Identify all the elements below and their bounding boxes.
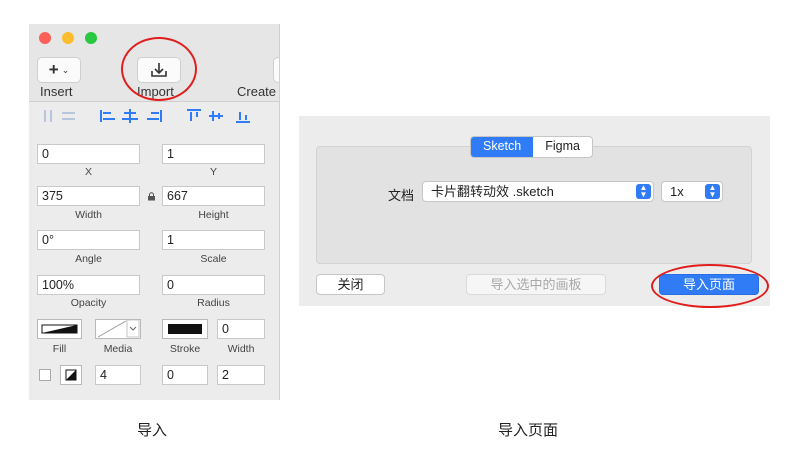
fill-swatch[interactable] bbox=[37, 319, 82, 339]
caption-import: 导入 bbox=[137, 422, 168, 439]
stroke-color-icon bbox=[168, 324, 202, 334]
no-media-icon bbox=[97, 319, 140, 338]
stroke-label: Stroke bbox=[169, 343, 201, 355]
width-field[interactable]: 375 bbox=[37, 186, 140, 206]
insert-button[interactable]: + ⌄ bbox=[37, 57, 81, 83]
height-label: Height bbox=[198, 209, 229, 221]
stroke-width-field[interactable]: 0 bbox=[217, 319, 265, 339]
shadow-checkbox[interactable] bbox=[39, 369, 51, 381]
import-options-box bbox=[316, 146, 752, 264]
align-right-icon bbox=[147, 110, 162, 122]
x-field[interactable]: 0 bbox=[37, 144, 140, 164]
scale-select[interactable]: 1x ▲ ▼ bbox=[661, 181, 723, 202]
height-field[interactable]: 667 bbox=[162, 186, 265, 206]
close-window-button[interactable] bbox=[39, 32, 51, 44]
opacity-label: Opacity bbox=[70, 297, 107, 309]
angle-label: Angle bbox=[75, 253, 102, 265]
y-label: Y bbox=[209, 166, 217, 178]
select-arrows-icon: ▲ ▼ bbox=[705, 184, 720, 199]
fill-label: Fill bbox=[52, 343, 67, 355]
file-select[interactable]: 卡片翻转动效 .sketch ▲ ▼ bbox=[422, 181, 654, 202]
plus-icon: + bbox=[48, 60, 59, 79]
distribute-horizontal-icon bbox=[44, 110, 52, 122]
file-select-value: 卡片翻转动效 .sketch bbox=[431, 184, 554, 199]
stroke-swatch[interactable] bbox=[162, 319, 208, 339]
chevron-down-icon: ⌄ bbox=[61, 64, 70, 75]
scale-select-value: 1x bbox=[670, 184, 684, 199]
align-left-icon bbox=[100, 110, 115, 122]
tab-figma[interactable]: Figma bbox=[533, 137, 592, 157]
stroke-width-label: Width bbox=[227, 343, 255, 355]
zoom-window-button[interactable] bbox=[85, 32, 97, 44]
distribute-vertical-icon bbox=[62, 112, 75, 120]
align-center-icon bbox=[122, 109, 138, 123]
y-field[interactable]: 1 bbox=[162, 144, 265, 164]
media-label: Media bbox=[103, 343, 133, 355]
create-label: Create bbox=[237, 84, 277, 99]
import-page-highlight-ring bbox=[651, 264, 769, 308]
width-label: Width bbox=[75, 209, 102, 221]
source-tabs: Sketch Figma bbox=[470, 136, 593, 158]
tab-sketch[interactable]: Sketch bbox=[471, 137, 534, 157]
opacity-field[interactable]: 100% bbox=[37, 275, 140, 295]
import-highlight-ring bbox=[121, 37, 197, 101]
alignment-toolbar bbox=[44, 109, 250, 123]
align-top-icon bbox=[187, 109, 201, 121]
x-label: X bbox=[84, 166, 92, 178]
insert-label: Insert bbox=[40, 84, 73, 99]
import-selected-artboards-button[interactable]: 导入选中的画板 bbox=[466, 274, 606, 295]
close-button[interactable]: 关闭 bbox=[316, 274, 385, 295]
shadow-color-swatch[interactable] bbox=[60, 365, 82, 385]
angle-field[interactable]: 0° bbox=[37, 230, 140, 250]
scale-field[interactable]: 1 bbox=[162, 230, 265, 250]
gradient-fill-icon bbox=[41, 324, 78, 334]
align-bottom-icon bbox=[236, 112, 250, 123]
scale-label: Scale bbox=[200, 253, 227, 265]
caption-import-page: 导入页面 bbox=[498, 422, 559, 439]
shadow-blur-field[interactable]: 4 bbox=[95, 365, 141, 385]
radius-label: Radius bbox=[197, 297, 230, 309]
shadow-color-icon bbox=[65, 369, 77, 381]
lock-icon[interactable] bbox=[147, 192, 156, 201]
create-button[interactable] bbox=[273, 57, 279, 83]
shadow-y-field[interactable]: 2 bbox=[217, 365, 265, 385]
radius-field[interactable]: 0 bbox=[162, 275, 265, 295]
shadow-x-field[interactable]: 0 bbox=[162, 365, 208, 385]
align-middle-icon bbox=[209, 111, 223, 121]
document-label: 文档 bbox=[388, 188, 415, 203]
select-arrows-icon: ▲ ▼ bbox=[636, 184, 651, 199]
media-swatch[interactable] bbox=[95, 319, 141, 339]
minimize-window-button[interactable] bbox=[62, 32, 74, 44]
